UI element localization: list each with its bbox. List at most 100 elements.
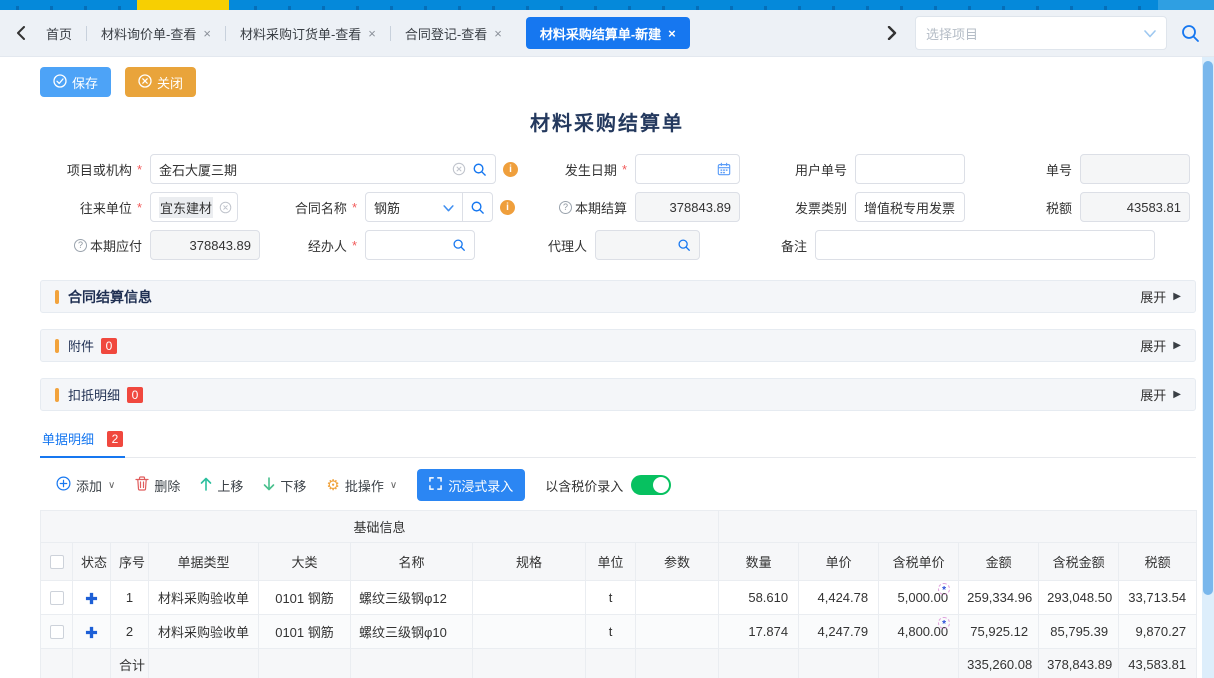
project-select[interactable]: 选择项目 [915,16,1167,50]
move-up-button[interactable]: 上移 [200,476,243,495]
cell-price[interactable]: 4,424.78 [799,581,879,615]
row-checkbox[interactable] [50,625,64,639]
cell-param[interactable] [636,615,719,649]
total-empty-cell [473,649,586,678]
cell-doc-type[interactable]: 材料采购验收单 [149,581,259,615]
chevron-right-icon[interactable] [881,22,903,44]
question-icon[interactable]: ? [559,201,572,214]
clear-icon[interactable] [452,162,466,176]
top-menu-strip [0,0,1214,10]
cell-qty[interactable]: 58.610 [719,581,799,615]
close-icon[interactable]: × [668,27,676,40]
close-icon[interactable]: × [494,27,502,40]
header-form: 项目或机构 金石大厦三期 i 发生日期 [0,150,1214,264]
cell-name[interactable]: 螺纹三级钢φ12 [351,581,473,615]
clear-icon[interactable] [219,201,232,214]
select-all-checkbox[interactable] [50,555,64,569]
tab-home[interactable]: 首页 [32,10,86,57]
cell-param[interactable] [636,581,719,615]
invoice-type-input[interactable]: 增值税专用发票|13 [855,192,965,222]
immersive-entry-button[interactable]: 沉浸式录入 [417,469,525,501]
cell-price[interactable]: 4,247.79 [799,615,879,649]
tab-label: 材料采购订货单-查看 [240,24,361,43]
scrollbar-thumb[interactable] [1203,61,1213,595]
deduction-count-badge: 0 [127,387,143,403]
page-title: 材料采购结算单 [0,107,1214,136]
cell-spec[interactable] [473,581,586,615]
search-icon[interactable] [462,193,492,221]
save-button[interactable]: 保存 [40,67,111,97]
current-settle-input: 378843.89 [635,192,740,222]
total-empty-cell [149,649,259,678]
search-icon[interactable] [1181,24,1200,43]
table-total-row: 合计 335,260.08 378,843.89 43,583.81 [41,649,1197,678]
cell-unit[interactable]: t [586,615,636,649]
cell-status[interactable] [73,581,111,615]
tab-purchase-order[interactable]: 材料采购订货单-查看 × [226,10,390,57]
batch-actions-button[interactable]: ⚙ 批操作 [326,476,397,495]
cell-name[interactable]: 螺纹三级钢φ10 [351,615,473,649]
remark-input[interactable] [815,230,1155,260]
section-deduction-detail[interactable]: 扣抵明细 0 展开 [40,378,1196,411]
row-checkbox[interactable] [50,591,64,605]
info-icon[interactable]: i [500,200,515,215]
contract-select[interactable]: 钢筋 [366,193,462,221]
cell-spec[interactable] [473,615,586,649]
info-icon[interactable]: i [503,162,518,177]
remark-label: 备注 [700,236,815,255]
cell-tax-price[interactable]: 5,000.00 [879,581,959,615]
expand-button[interactable]: 展开 [1140,287,1181,306]
close-circle-icon [138,74,152,91]
project-label: 项目或机构 [40,160,150,179]
date-input[interactable] [635,154,740,184]
cell-category[interactable]: 0101 钢筋 [259,615,351,649]
question-icon[interactable]: ? [74,239,87,252]
expand-button[interactable]: 展开 [1140,336,1181,355]
cell-category[interactable]: 0101 钢筋 [259,581,351,615]
tab-bar: 首页 材料询价单-查看 × 材料采购订货单-查看 × 合同登记-查看 × 材料采… [0,10,1214,57]
cell-qty[interactable]: 17.874 [719,615,799,649]
cell-tax-price[interactable]: 4,800.00 [879,615,959,649]
col-param: 参数 [636,543,719,581]
total-tax-amount: 378,843.89 [1039,649,1119,678]
tab-purchase-settlement-active[interactable]: 材料采购结算单-新建 × [526,17,690,49]
section-accent-bar [55,339,59,353]
vendor-input[interactable]: 宜东建材 [150,192,238,222]
arrow-up-icon [200,477,212,494]
user-no-input[interactable] [855,154,965,184]
agent-label: 代理人 [475,236,595,255]
tab-contract-register[interactable]: 合同登记-查看 × [391,10,516,57]
cell-doc-type[interactable]: 材料采购验收单 [149,615,259,649]
cell-seq: 1 [111,581,149,615]
section-attachments[interactable]: 附件 0 展开 [40,329,1196,362]
cell-status[interactable] [73,615,111,649]
modified-cell-marker [938,583,950,595]
add-button[interactable]: 添加 [56,476,115,495]
handler-input[interactable] [365,230,475,260]
delete-button[interactable]: 删除 [135,476,180,495]
vertical-scrollbar[interactable] [1202,57,1214,678]
chevron-left-icon[interactable] [10,22,32,44]
close-button[interactable]: 关闭 [125,67,196,97]
group-header-basic-info: 基础信息 [41,511,719,543]
modified-cell-marker [938,617,950,629]
project-input[interactable]: 金石大厦三期 [150,154,496,184]
search-icon[interactable] [677,238,691,252]
cell-unit[interactable]: t [586,581,636,615]
close-icon[interactable]: × [368,27,376,40]
expand-button[interactable]: 展开 [1140,385,1181,404]
search-icon[interactable] [452,238,466,252]
vendor-value: 宜东建材 [159,197,213,218]
tab-document-detail[interactable]: 单据明细 2 [40,429,125,458]
tab-material-inquiry[interactable]: 材料询价单-查看 × [87,10,225,57]
tax-price-toggle-on[interactable] [631,475,671,495]
move-down-button[interactable]: 下移 [263,476,306,495]
search-icon[interactable] [472,162,487,177]
total-label: 合计 [111,649,149,678]
section-title: 附件 [68,336,94,355]
calendar-icon[interactable] [717,162,731,176]
invoice-type-value: 增值税专用发票|13 [864,198,956,217]
section-contract-settlement[interactable]: 合同结算信息 展开 [40,280,1196,313]
close-icon[interactable]: × [203,27,211,40]
cell-amount: 259,334.96 [959,581,1039,615]
